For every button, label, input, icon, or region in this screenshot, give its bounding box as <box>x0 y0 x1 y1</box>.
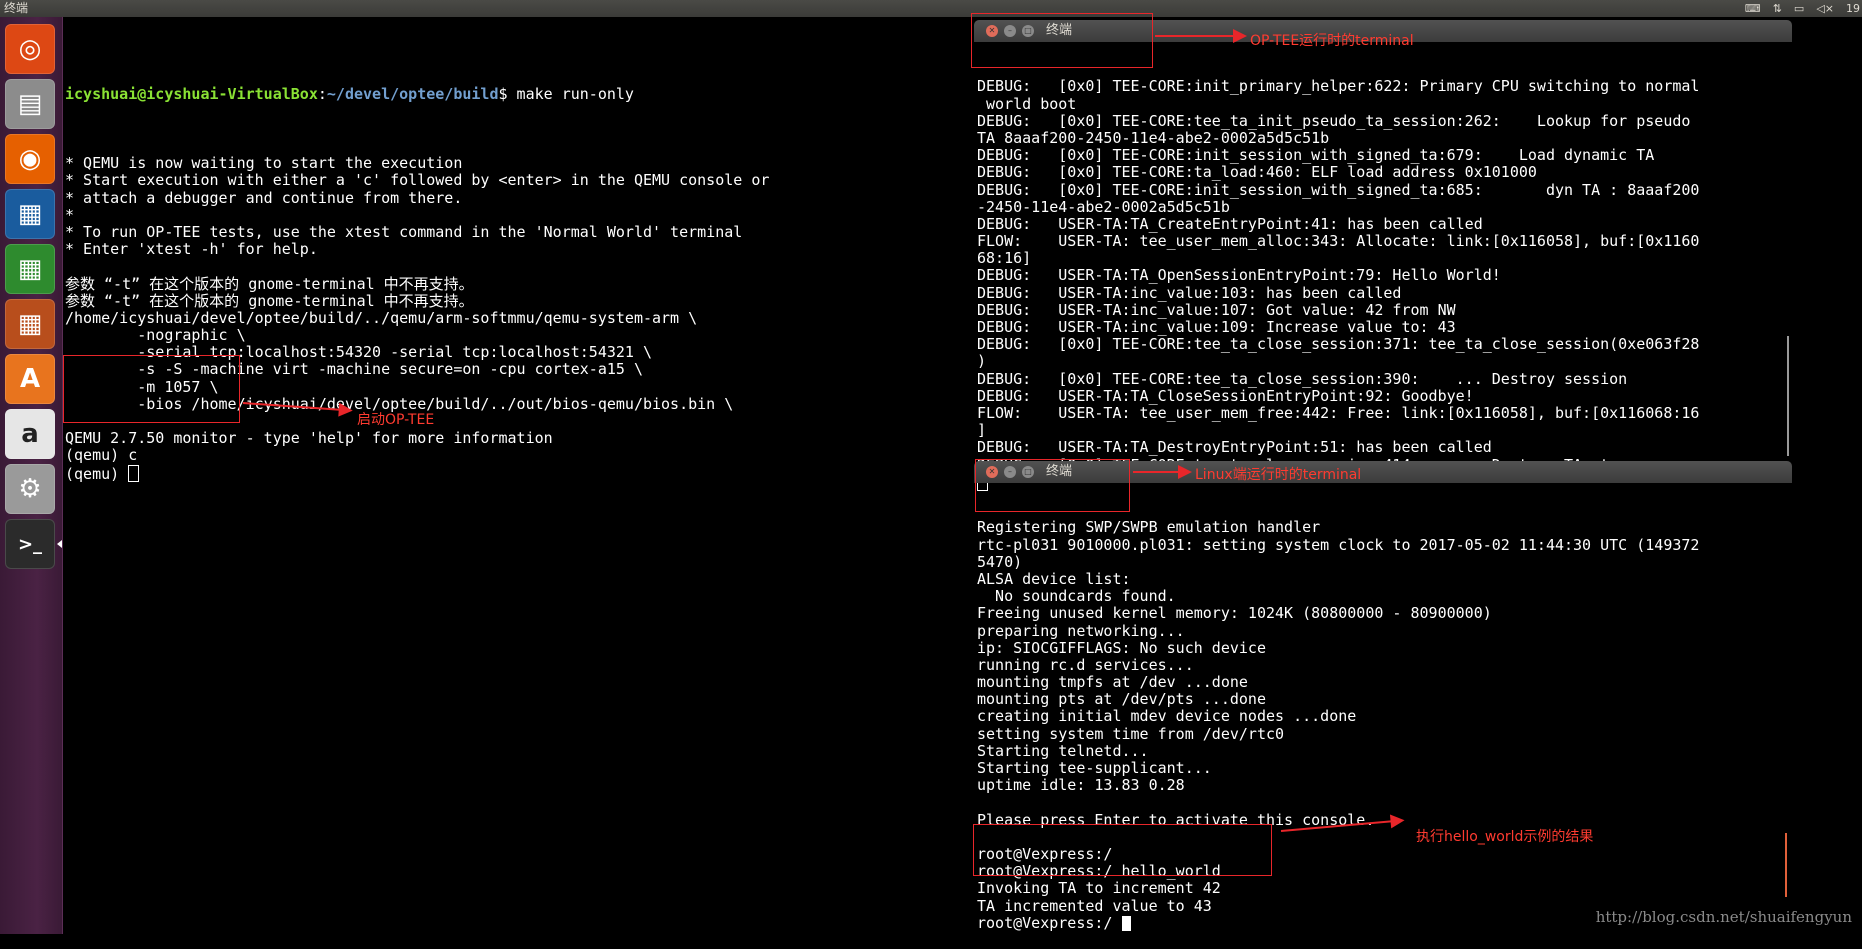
volume-icon[interactable]: ◁× <box>1816 0 1834 17</box>
terminal-line: (qemu) <box>65 464 825 482</box>
terminal-line: Invoking TA to increment 42 <box>977 879 1221 898</box>
terminal-line: ) <box>977 352 987 371</box>
terminal-line: DEBUG: USER-TA:TA_CreateEntryPoint:41: h… <box>977 214 1483 233</box>
clock[interactable]: 19 <box>1846 0 1860 17</box>
terminal-line: ip: SIOCGIFFLAGS: No such device <box>977 638 1266 657</box>
annotation-hello: 执行hello_world示例的结果 <box>1416 829 1594 845</box>
annotation-linux: Linux端运行时的terminal <box>1195 467 1362 483</box>
terminal-line: 参数 “-t” 在这个版本的 gnome-terminal 中不再支持。 <box>65 274 474 293</box>
left-terminal[interactable]: icyshuai@icyshuai-VirtualBox:~/devel/opt… <box>65 52 825 499</box>
window-title: 终端 <box>4 1 29 15</box>
terminal-cursor <box>128 464 140 482</box>
terminal-line: -nographic \ <box>65 326 246 345</box>
terminal-line: rtc-pl031 9010000.pl031: setting system … <box>977 535 1700 554</box>
terminal-line: DEBUG: [0x0] TEE-CORE:tee_ta_init_pseudo… <box>977 111 1691 130</box>
scrollbar[interactable] <box>1787 336 1789 456</box>
firefox-icon[interactable]: ◉ <box>5 134 55 184</box>
watermark: http://blog.csdn.net/shuaifengyun <box>1595 908 1852 926</box>
terminal-line: creating initial mdev device nodes ...do… <box>977 707 1357 726</box>
annotation-start: 启动OP-TEE <box>357 412 435 428</box>
impress-icon[interactable]: ▦ <box>5 299 55 349</box>
terminal-line: DEBUG: [0x0] TEE-CORE:init_session_with_… <box>977 146 1655 165</box>
terminal-line: 68:16] <box>977 249 1032 268</box>
writer-icon[interactable]: ▦ <box>5 189 55 239</box>
terminal-line: * attach a debugger and continue from th… <box>65 188 463 207</box>
terminal-line: QEMU 2.7.50 monitor - type 'help' for mo… <box>65 429 553 448</box>
amazon-icon[interactable]: a <box>5 409 55 459</box>
terminal-line: DEBUG: USER-TA:inc_value:107: Got value:… <box>977 300 1456 319</box>
terminal-line: No soundcards found. <box>977 587 1176 606</box>
terminal-line: DEBUG: [0x0] TEE-CORE:tee_ta_close_sessi… <box>977 335 1700 354</box>
terminal-line: TA 8aaaf200-2450-11e4-abe2-0002a5d5c51b <box>977 128 1330 147</box>
keyboard-icon[interactable]: ⌨ <box>1745 0 1761 17</box>
terminal-line: DEBUG: [0x0] TEE-CORE:ta_load:460: ELF l… <box>977 163 1537 182</box>
files-icon[interactable]: ▤ <box>5 79 55 129</box>
calc-icon[interactable]: ▦ <box>5 244 55 294</box>
software-center-icon[interactable]: A <box>5 354 55 404</box>
linux-terminal[interactable]: Registering SWP/SWPB emulation handler rt… <box>977 485 1777 949</box>
annotation-box-linux <box>975 459 1130 512</box>
terminal-line: ALSA device list: <box>977 569 1131 588</box>
terminal-line: ] <box>977 421 987 440</box>
terminal-line: 参数 “-t” 在这个版本的 gnome-terminal 中不再支持。 <box>65 291 474 310</box>
terminal-line: * <box>65 205 75 224</box>
terminal-icon[interactable]: >_ <box>5 519 55 569</box>
terminal-line: Starting tee-supplicant... <box>977 759 1212 778</box>
terminal-line: DEBUG: [0x0] TEE-CORE:init_primary_helpe… <box>977 77 1700 96</box>
terminal-output: * QEMU is now waiting to start the execu… <box>65 138 825 483</box>
terminal-output: DEBUG: [0x0] TEE-CORE:init_primary_helpe… <box>977 78 1777 491</box>
terminal-line: * QEMU is now waiting to start the execu… <box>65 154 463 173</box>
terminal-line: (qemu) c <box>65 446 138 465</box>
terminal-line: Starting telnetd... <box>977 741 1149 760</box>
terminal-line: Registering SWP/SWPB emulation handler <box>977 518 1321 537</box>
terminal-line: FLOW: USER-TA: tee_user_mem_alloc:343: A… <box>977 232 1700 251</box>
arrow-optee <box>1155 29 1247 43</box>
terminal-line: mounting tmpfs at /dev ...done <box>977 673 1248 692</box>
prompt-user: icyshuai@icyshuai-VirtualBox <box>65 85 318 104</box>
ubuntu-dash-icon[interactable]: ◎ <box>5 24 55 74</box>
terminal-line: FLOW: USER-TA: tee_user_mem_free:442: Fr… <box>977 403 1700 422</box>
terminal-line: DEBUG: [0x0] TEE-CORE:init_session_with_… <box>977 180 1700 199</box>
terminal-line: * To run OP-TEE tests, use the xtest com… <box>65 222 743 241</box>
optee-terminal[interactable]: DEBUG: [0x0] TEE-CORE:init_primary_helpe… <box>977 44 1777 508</box>
annotation-box-optee <box>971 13 1153 68</box>
battery-icon[interactable]: ▭ <box>1794 0 1804 17</box>
terminal-line: DEBUG: [0x0] TEE-CORE:tee_ta_close_sessi… <box>977 369 1628 388</box>
terminal-line: DEBUG: USER-TA:inc_value:103: has been c… <box>977 283 1402 302</box>
active-indicator <box>57 540 62 548</box>
arrow-linux <box>1133 465 1192 479</box>
terminal-line: * Start execution with either a 'c' foll… <box>65 171 770 190</box>
terminal-line: DEBUG: USER-TA:inc_value:109: Increase v… <box>977 318 1456 337</box>
top-panel: 终端 ⌨ ⇅ ▭ ◁× 19 <box>0 0 1862 17</box>
network-icon[interactable]: ⇅ <box>1773 0 1782 17</box>
terminal-line: -2450-11e4-abe2-0002a5d5c51b <box>977 197 1230 216</box>
annotation-box-start <box>63 355 240 423</box>
terminal-line: * Enter 'xtest -h' for help. <box>65 240 318 259</box>
command-text: $ make run-only <box>498 85 634 104</box>
terminal-line: 5470) <box>977 552 1023 571</box>
settings-icon[interactable]: ⚙ <box>5 464 55 514</box>
terminal-line: /home/icyshuai/devel/optee/build/../qemu… <box>65 308 698 327</box>
terminal-line: mounting pts at /dev/pts ...done <box>977 690 1266 709</box>
terminal-line: running rc.d services... <box>977 655 1194 674</box>
terminal-line: world boot <box>977 94 1077 113</box>
terminal-line: DEBUG: USER-TA:TA_DestroyEntryPoint:51: … <box>977 438 1492 457</box>
terminal-line: Freeing unused kernel memory: 1024K (808… <box>977 604 1492 623</box>
terminal-line: uptime idle: 13.83 0.28 <box>977 776 1185 795</box>
annotation-optee: OP-TEE运行时的terminal <box>1250 33 1414 49</box>
terminal-line: DEBUG: USER-TA:TA_OpenSessionEntryPoint:… <box>977 266 1501 285</box>
system-tray: ⌨ ⇅ ▭ ◁× 19 <box>1745 0 1860 17</box>
terminal-line: preparing networking... <box>977 621 1185 640</box>
annotation-box-hello <box>973 824 1272 876</box>
terminal-cursor <box>1121 915 1131 931</box>
terminal-line: setting system time from /dev/rtc0 <box>977 724 1285 743</box>
launcher: ◎ ▤ ◉ ▦ ▦ ▦ Aa ⚙ >_ <box>0 17 63 934</box>
prompt-path: ~/devel/optee/build <box>326 85 499 104</box>
terminal-line: DEBUG: USER-TA:TA_CloseSessionEntryPoint… <box>977 386 1474 405</box>
divider-line <box>1785 833 1787 897</box>
